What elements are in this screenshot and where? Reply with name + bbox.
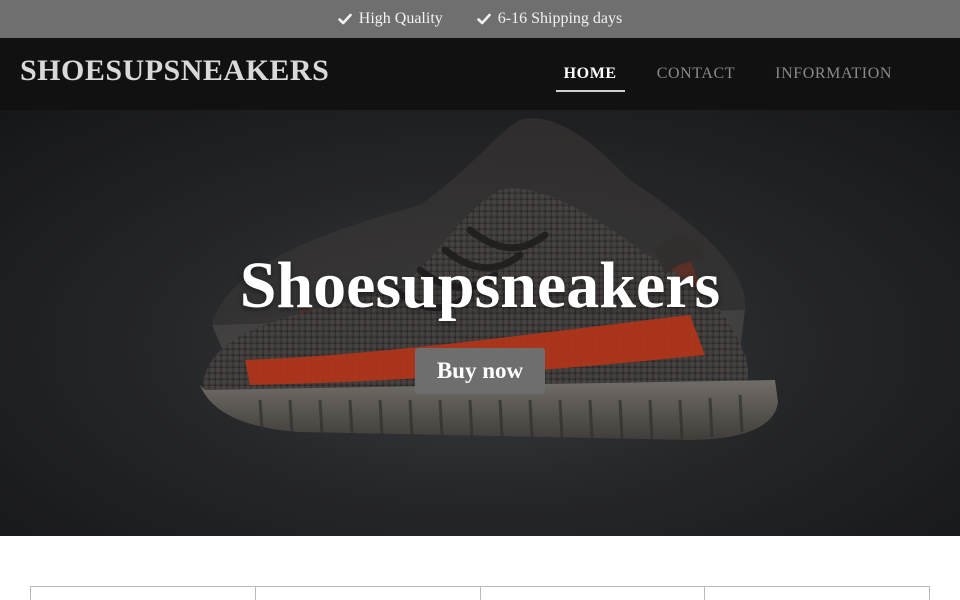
hero-title: Shoesupsneakers xyxy=(239,249,721,322)
feature-high-quality: High Quality xyxy=(337,10,443,28)
buy-now-button[interactable]: Buy now xyxy=(415,348,545,394)
check-icon xyxy=(476,13,491,25)
product-card[interactable] xyxy=(705,587,929,600)
top-info-bar: High Quality 6-16 Shipping days xyxy=(0,0,960,38)
feature-shipping: 6-16 Shipping days xyxy=(476,10,623,28)
main-nav: HOME CONTACT INFORMATION xyxy=(544,38,912,110)
nav-contact[interactable]: CONTACT xyxy=(637,38,755,110)
product-grid xyxy=(30,586,930,600)
check-icon xyxy=(337,13,352,25)
nav-home[interactable]: HOME xyxy=(544,38,637,110)
hero-banner: Shoesupsneakers Buy now xyxy=(0,110,960,536)
feature-label: High Quality xyxy=(358,10,443,27)
feature-label: 6-16 Shipping days xyxy=(497,10,623,27)
product-card[interactable] xyxy=(256,587,481,600)
site-header: SHOESUPSNEAKERS HOME CONTACT INFORMATION xyxy=(0,38,960,110)
brand-logo[interactable]: SHOESUPSNEAKERS xyxy=(20,54,329,88)
nav-information[interactable]: INFORMATION xyxy=(755,38,912,110)
product-card[interactable] xyxy=(31,587,256,600)
product-card[interactable] xyxy=(481,587,706,600)
